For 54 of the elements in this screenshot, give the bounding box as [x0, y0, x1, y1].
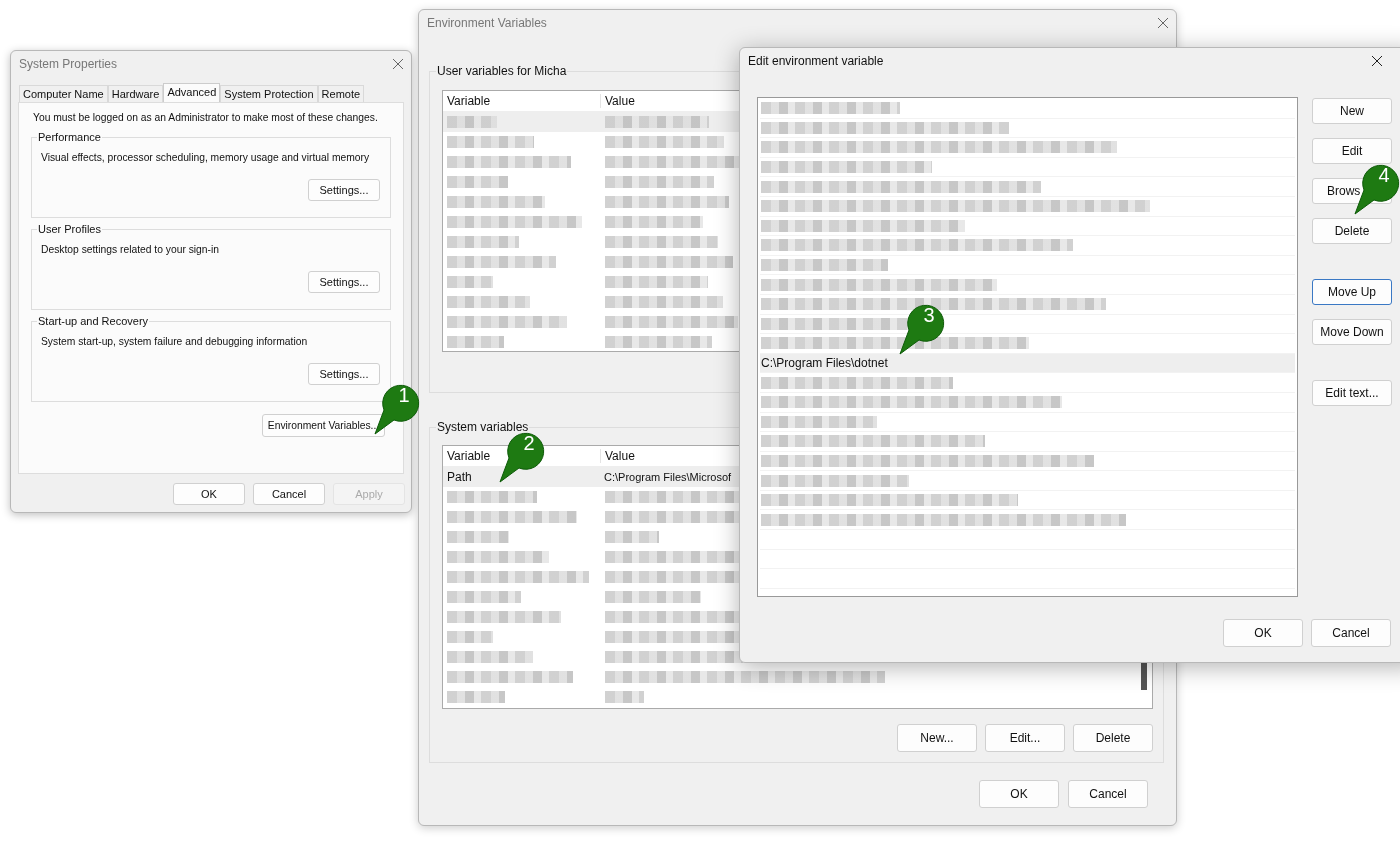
tab[interactable]: Remote — [317, 85, 365, 102]
side-button[interactable]: Edit — [1312, 138, 1392, 164]
table-cell-text: Path — [446, 470, 473, 484]
blurred-text — [447, 531, 510, 543]
list-button[interactable]: Delete — [1073, 724, 1153, 752]
side-button[interactable]: Delete — [1312, 218, 1392, 244]
list-item-text: C:\Program Files\dotnet — [761, 356, 888, 370]
window-title: Environment Variables — [427, 16, 547, 30]
environment-variables-button[interactable]: Environment Variables... — [262, 414, 385, 437]
scrollbar-thumb[interactable] — [1141, 660, 1147, 690]
close-icon[interactable] — [1372, 56, 1382, 66]
group-description: Visual effects, processor scheduling, memory usage and virtual memory — [41, 152, 371, 163]
list-button[interactable]: New... — [897, 724, 977, 752]
side-button[interactable]: Move Down — [1312, 319, 1392, 345]
blurred-text — [447, 176, 508, 188]
dialog-button[interactable]: Cancel — [1311, 619, 1391, 647]
blurred-text — [447, 631, 494, 643]
side-button[interactable]: New — [1312, 98, 1392, 124]
dialog-button[interactable]: Cancel — [253, 483, 325, 505]
dialog-button[interactable]: Cancel — [1068, 780, 1148, 808]
group-description: Desktop settings related to your sign-in — [41, 244, 220, 255]
side-button[interactable]: Edit text... — [1312, 380, 1392, 406]
blurred-text — [447, 236, 519, 248]
blurred-text — [447, 336, 504, 348]
dialog-button[interactable]: OK — [979, 780, 1059, 808]
group-title: User variables for Micha — [436, 64, 568, 78]
blurred-text — [447, 691, 505, 703]
table-cell-text: C:\Program Files\Microsof — [603, 471, 732, 483]
side-button[interactable]: Move Up — [1312, 279, 1392, 305]
blurred-text — [605, 531, 660, 543]
group-title: Performance — [37, 131, 102, 143]
tab[interactable]: Advanced — [163, 83, 221, 102]
tab[interactable]: Hardware — [107, 85, 164, 102]
window-title: Edit environment variable — [748, 54, 884, 68]
column-header[interactable]: Value — [601, 94, 741, 108]
settings-button[interactable]: Settings... — [308, 179, 380, 201]
dialog-button[interactable]: OK — [1223, 619, 1303, 647]
blurred-text — [447, 276, 493, 288]
dialog-button[interactable]: OK — [173, 483, 245, 505]
group-title: User Profiles — [37, 223, 102, 235]
list-row[interactable] — [760, 334, 1295, 354]
settings-button[interactable]: Settings... — [308, 363, 380, 385]
tab[interactable]: Computer Name — [19, 85, 108, 102]
window-title: System Properties — [19, 57, 118, 71]
list-row[interactable]: C:\Program Files\dotnet — [760, 353, 1295, 374]
settings-button[interactable]: Settings... — [308, 271, 380, 293]
group-description: System start-up, system failure and debugging information — [41, 336, 309, 347]
tab[interactable]: System Protection — [220, 85, 318, 102]
blurred-text — [447, 116, 497, 128]
blurred-text — [605, 691, 644, 703]
group-title: Start-up and Recovery — [37, 315, 150, 327]
notice-text: You must be logged on as an Administrator to make most of these changes. — [33, 112, 379, 123]
list-button[interactable]: Edit... — [985, 724, 1065, 752]
column-header[interactable]: Variable — [443, 94, 601, 108]
